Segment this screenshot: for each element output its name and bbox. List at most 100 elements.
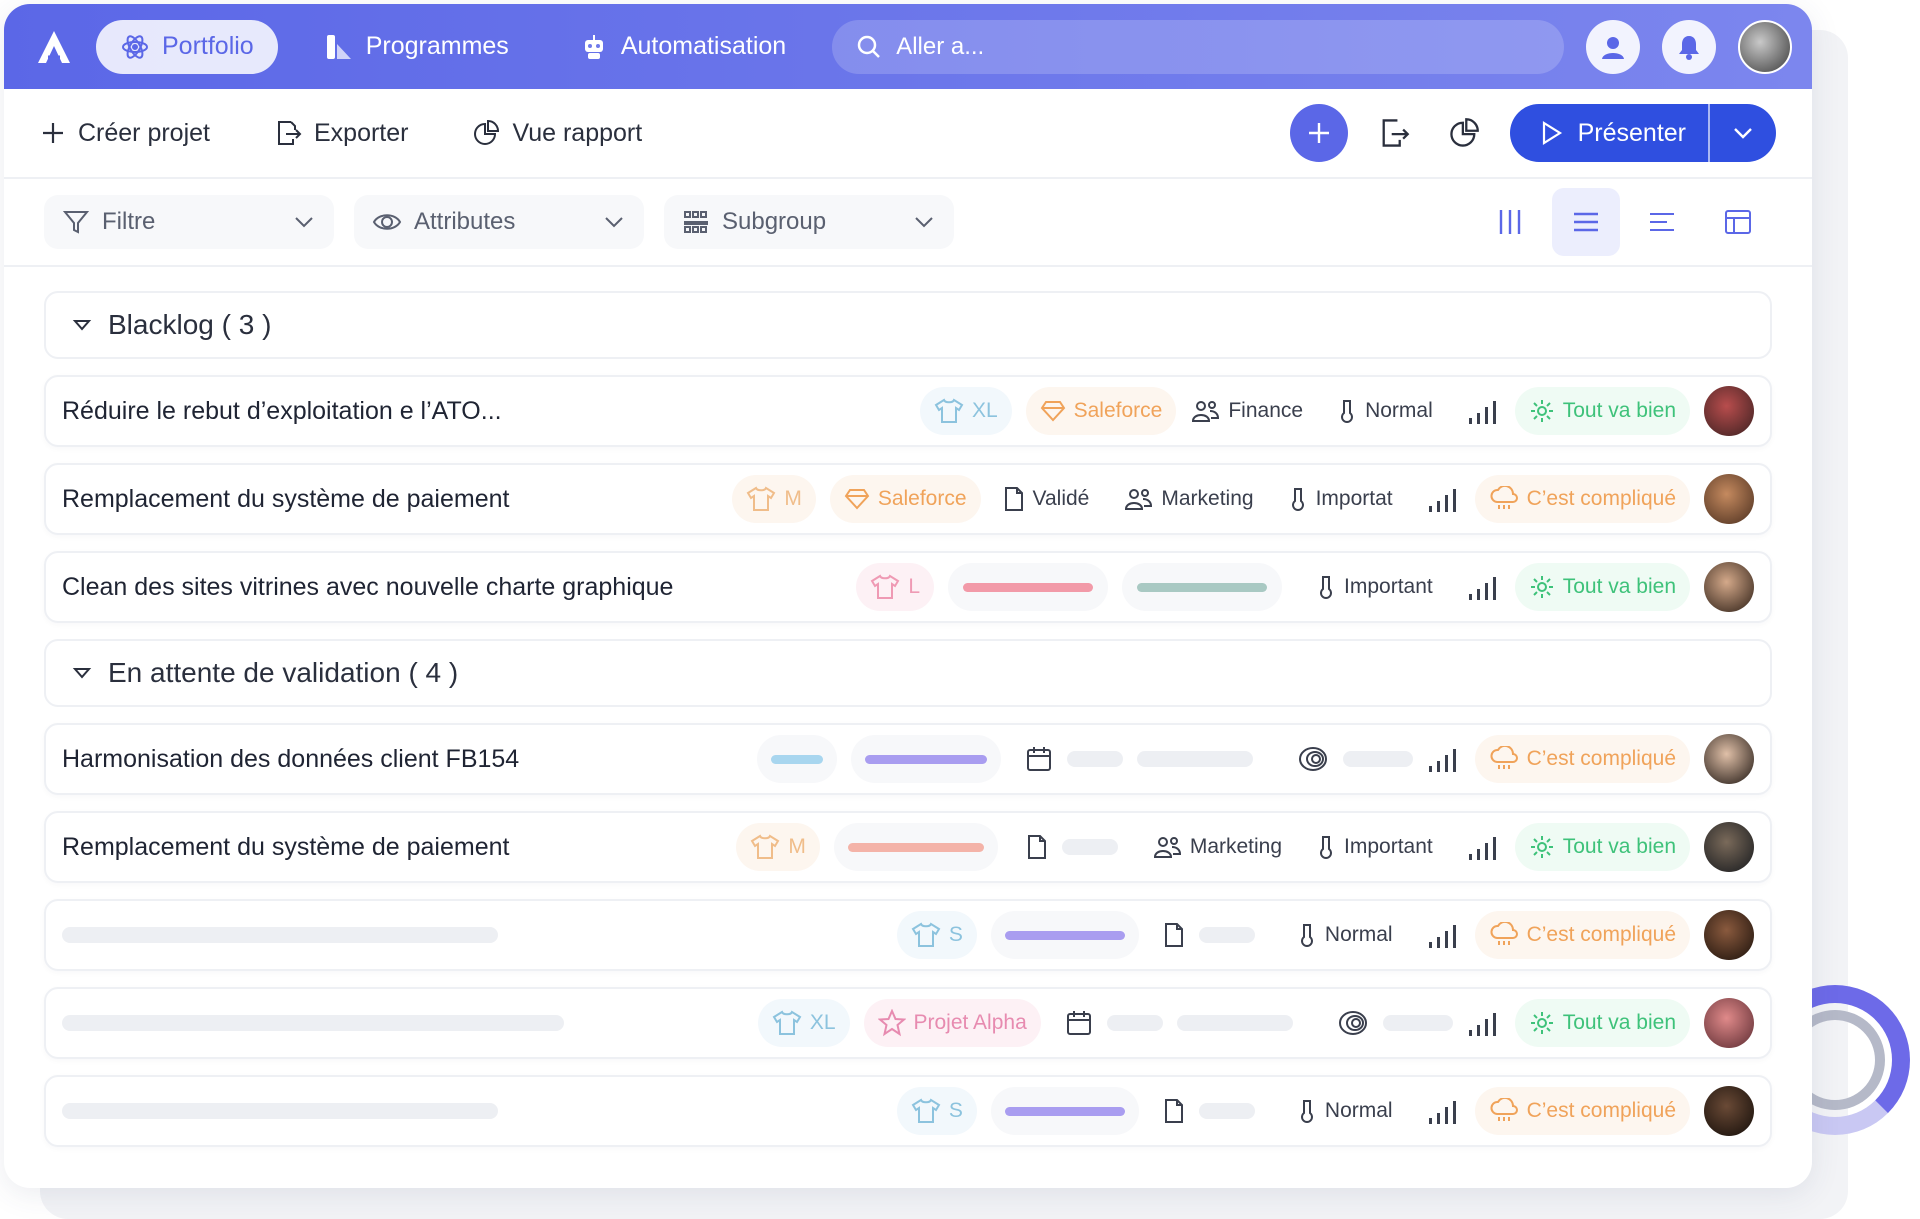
tag-label: Saleforce: [1073, 399, 1163, 422]
plus-icon: [43, 123, 63, 143]
thermometer-icon: [1341, 400, 1354, 423]
priority-cell[interactable]: Normal: [1337, 398, 1433, 424]
table-row[interactable]: Remplacement du système de paiement M Ma…: [44, 811, 1772, 883]
view-compact-button[interactable]: [1628, 188, 1696, 256]
notifications-button[interactable]: [1662, 19, 1716, 74]
team-cell[interactable]: Finance: [1190, 398, 1303, 424]
present-button[interactable]: Présenter: [1510, 104, 1708, 162]
assignee-avatar[interactable]: [1704, 734, 1754, 784]
align-left-icon: [1650, 213, 1674, 231]
report-view-label: Vue rapport: [512, 118, 643, 147]
assignee-avatar[interactable]: [1704, 998, 1754, 1048]
view-switcher: [1476, 188, 1772, 256]
priority-label: Important: [1344, 835, 1433, 858]
table-row[interactable]: Réduire le rebut d’exploitation e l’ATO.…: [44, 375, 1772, 447]
priority-cell[interactable]: Importat: [1288, 486, 1393, 512]
doc-cell[interactable]: Validé: [1003, 486, 1089, 512]
report-view-button[interactable]: Vue rapport: [472, 119, 642, 148]
attributes-dropdown[interactable]: Attributes: [354, 195, 644, 249]
assignee-avatar[interactable]: [1704, 562, 1754, 612]
size-chip[interactable]: S: [896, 1087, 977, 1135]
tag-chip[interactable]: Saleforce: [1025, 387, 1177, 435]
assignee-avatar[interactable]: [1704, 822, 1754, 872]
export-icon-button[interactable]: [1370, 109, 1418, 157]
row-attributes: XL Projet Alpha Tout va bien: [757, 998, 1754, 1048]
report-icon-button[interactable]: [1440, 109, 1488, 157]
team-cell[interactable]: Marketing: [1123, 486, 1254, 512]
tag-chip[interactable]: Projet Alpha: [863, 999, 1041, 1047]
team-label: Finance: [1228, 399, 1304, 422]
export-button[interactable]: Exporter: [274, 119, 408, 148]
app-logo[interactable]: [34, 27, 74, 67]
profile-button[interactable]: [1586, 19, 1640, 74]
nav-portfolio[interactable]: Portfolio: [96, 19, 278, 74]
size-chip[interactable]: M: [736, 823, 820, 871]
status-chip[interactable]: C’est compliqué: [1474, 911, 1690, 959]
signal-bars-icon: [1428, 489, 1456, 512]
size-chip[interactable]: XL: [919, 387, 1012, 435]
priority-cell[interactable]: Normal: [1297, 922, 1393, 948]
priority-cell[interactable]: Important: [1316, 574, 1433, 600]
priority-cell[interactable]: Important: [1316, 834, 1433, 860]
chevron-down-icon: [605, 217, 623, 228]
priority-label: Normal: [1324, 923, 1393, 946]
status-label: C’est compliqué: [1526, 923, 1676, 946]
size-chip[interactable]: L: [856, 563, 935, 611]
status-chip[interactable]: Tout va bien: [1514, 387, 1690, 435]
robot-icon: [584, 34, 603, 59]
table-row[interactable]: S Normal C’est compliqué: [44, 899, 1772, 971]
size-chip[interactable]: XL: [757, 999, 850, 1047]
priority-label: Important: [1344, 575, 1433, 598]
table-row[interactable]: XL Projet Alpha Tout va bien: [44, 987, 1772, 1059]
add-button[interactable]: [1289, 104, 1348, 162]
size-label: XL: [809, 1011, 836, 1034]
status-chip[interactable]: C’est compliqué: [1474, 1087, 1690, 1135]
size-chip[interactable]: S: [896, 911, 977, 959]
present-button-group: Présenter: [1509, 104, 1776, 162]
signal-bars-icon: [1468, 401, 1496, 424]
top-navigation-bar: Portfolio Programmes Automatisation Alle…: [4, 4, 1812, 89]
grid-icon: [684, 211, 708, 233]
action-toolbar: Créer projet Exporter Vue rapport Présen…: [4, 89, 1812, 179]
status-chip[interactable]: C’est compliqué: [1474, 735, 1690, 783]
status-label: C’est compliqué: [1526, 1099, 1676, 1122]
search-placeholder: Aller a...: [896, 32, 985, 60]
table-row[interactable]: Clean des sites vitrines avec nouvelle c…: [44, 551, 1772, 623]
status-chip[interactable]: Tout va bien: [1514, 823, 1690, 871]
group-header-backlog[interactable]: Blacklog ( 3 ): [44, 291, 1772, 359]
tag-chip[interactable]: Saleforce: [829, 475, 981, 523]
size-chip[interactable]: M: [732, 475, 816, 523]
view-list-button[interactable]: [1552, 188, 1620, 256]
assignee-avatar[interactable]: [1704, 386, 1754, 436]
status-label: Tout va bien: [1562, 399, 1676, 422]
priority-label: Normal: [1365, 399, 1433, 422]
user-avatar[interactable]: [1738, 19, 1792, 74]
filter-dropdown[interactable]: Filtre: [44, 195, 334, 249]
placeholder-bar: [963, 582, 1094, 592]
loading-chip: [756, 735, 837, 783]
view-columns-button[interactable]: [1476, 188, 1544, 256]
status-chip[interactable]: C’est compliqué: [1474, 475, 1690, 523]
nav-label: Portfolio: [162, 32, 254, 60]
size-label: XL: [971, 399, 998, 422]
team-cell[interactable]: Marketing: [1152, 834, 1282, 860]
group-header-pending[interactable]: En attente de validation ( 4 ): [44, 639, 1772, 707]
nav-automatisation[interactable]: Automatisation: [555, 20, 810, 74]
table-row[interactable]: Remplacement du système de paiement M Sa…: [44, 463, 1772, 535]
table-row[interactable]: Harmonisation des données client FB154 C…: [44, 723, 1772, 795]
subgroup-dropdown[interactable]: Subgroup: [664, 195, 954, 249]
priority-cell[interactable]: Normal: [1297, 1098, 1393, 1124]
nav-programmes[interactable]: Programmes: [300, 20, 533, 74]
present-dropdown-button[interactable]: [1710, 104, 1776, 162]
status-chip[interactable]: Tout va bien: [1514, 999, 1690, 1047]
assignee-avatar[interactable]: [1704, 474, 1754, 524]
filter-bar: Filtre Attributes Subgroup: [4, 179, 1812, 267]
view-board-button[interactable]: [1704, 188, 1772, 256]
collapse-triangle-icon: [72, 320, 92, 331]
status-chip[interactable]: Tout va bien: [1514, 563, 1690, 611]
search-input[interactable]: Aller a...: [832, 19, 1564, 74]
table-row[interactable]: S Normal C’est compliqué: [44, 1075, 1772, 1147]
assignee-avatar[interactable]: [1704, 910, 1754, 960]
create-project-button[interactable]: Créer projet: [40, 119, 210, 148]
assignee-avatar[interactable]: [1704, 1086, 1754, 1136]
